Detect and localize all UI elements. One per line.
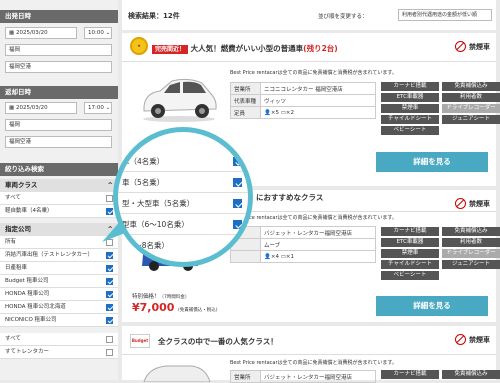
chevron-up-icon: ^	[107, 181, 113, 189]
feature-tag: チャイルドシート	[381, 260, 439, 269]
result-card-3: Budget 全クラスの中で一番の人気クラス！ 禁煙車 Best Price r…	[122, 326, 500, 383]
checkbox[interactable]	[106, 316, 113, 324]
bottom-option-all[interactable]: すべて	[0, 333, 118, 346]
checkbox[interactable]	[233, 157, 242, 166]
checkbox[interactable]	[106, 290, 113, 298]
no-smoking-label: 禁煙車	[455, 334, 490, 345]
person-icon: 👤	[264, 253, 271, 260]
feature-tag: ジュニアシート	[442, 115, 500, 124]
car-info-table: 営業所 ニコニコレンタカー 福岡空港店 代表車種 ヴィッツ 定員 👤×5 ▭×2	[230, 82, 376, 119]
checkbox[interactable]	[106, 277, 113, 285]
filter-title: 絞り込み検索	[0, 163, 118, 176]
card-description: Best Price rentacarは全ての商品に免責補償と消費税が含まれてい…	[230, 215, 397, 221]
magnified-option[interactable]: 車（5名乗）	[118, 173, 248, 193]
card-description: Best Price rentacarは全ての商品に免責補償と消費税が含まれてい…	[230, 70, 397, 76]
magnified-option[interactable]: 型車（6〜10名乗）	[118, 215, 248, 235]
result-count: 検索結果：12件	[128, 12, 180, 20]
card-title: 完売間近！ 大人気！燃費がいい小型の普通車(残り2台)	[152, 43, 338, 54]
no-smoking-icon	[455, 41, 466, 52]
magnified-option[interactable]: 型・大型車（5名乗）	[118, 194, 248, 214]
checkbox[interactable]	[106, 264, 113, 272]
departure-station-select[interactable]: 福岡空港	[5, 61, 112, 73]
card-title: におすすめなクラス	[256, 193, 324, 202]
search-sidebar: 出発日時 ▦ 2025/03/20 10:00 ⌄ 福岡 福岡空港 返却日時 ▦…	[0, 0, 118, 380]
return-station-select[interactable]: 福岡空港	[5, 136, 112, 148]
feature-tag: ETC車載器	[381, 93, 439, 102]
checkbox[interactable]	[233, 199, 242, 208]
results-topbar: 検索結果：12件 並び順を変更する： 利用者別代遇用途の金額が低い順	[122, 0, 496, 30]
calendar-icon: ▦	[9, 30, 16, 36]
class-option-all[interactable]: すべて	[0, 192, 118, 205]
feature-tag: カーナビ搭載	[381, 82, 439, 91]
magnified-option[interactable]: （5〜8名乗）	[118, 236, 248, 256]
checkbox[interactable]	[106, 251, 113, 259]
class-section-header[interactable]: 車両クラス ^	[0, 179, 118, 192]
checkbox[interactable]	[106, 303, 113, 311]
calendar-icon: ▦	[9, 105, 16, 111]
detail-button[interactable]: 詳細を見る	[376, 296, 488, 316]
no-smoking-label: 禁煙車	[455, 198, 490, 209]
departure-time-select[interactable]: 10:00 ⌄	[84, 27, 112, 39]
checkbox[interactable]	[106, 194, 113, 202]
feature-tag: ジュニアシート	[442, 260, 500, 269]
price-label: 特別価格！（7時間料金）	[132, 294, 190, 300]
feature-tag: カーナビ搭載	[381, 227, 439, 236]
card-description: Best Price rentacarは全ての商品に免責補償と消費税が含まれてい…	[230, 360, 397, 366]
detail-button[interactable]: 詳細を見る	[376, 152, 488, 172]
car-info-table: バジェット・レンタカー福岡空港店 ムーブ 👤×4 ▭×1	[230, 226, 376, 263]
company-option[interactable]: Budget 租車公司	[0, 275, 118, 288]
no-smoking-icon	[455, 198, 466, 209]
company-option[interactable]: 浜結汽車出租（テストレンタカー）	[0, 249, 118, 262]
rank-medal-icon: ★	[130, 37, 148, 55]
feature-tag: チャイルドシート	[381, 115, 439, 124]
feature-tag: ベビーシート	[381, 271, 439, 280]
feature-tag: ETC車載器	[381, 238, 439, 247]
return-title: 返却日時	[0, 86, 118, 99]
departure-place-select[interactable]: 福岡	[5, 44, 112, 56]
feature-tag: 免責補償込み	[442, 227, 500, 236]
price-tax-note: (免責補償込・税込)	[178, 308, 218, 313]
bottom-option[interactable]: すてトレンタカー	[0, 346, 118, 359]
checkbox[interactable]	[233, 220, 242, 229]
price-value: ¥7,000	[132, 301, 175, 314]
feature-tag: ベビーシート	[381, 126, 439, 135]
return-time-select[interactable]: 17:00 ⌄	[84, 102, 112, 114]
feature-tag: 免責補償込み	[442, 82, 500, 91]
departure-date-field[interactable]: ▦ 2025/03/20	[5, 27, 77, 39]
car-info-table: 営業所 バジェット・レンタカー福岡空港店	[230, 370, 376, 383]
company-option[interactable]: HONDA 租車公司	[0, 288, 118, 301]
feature-tag: ドライブレコーダー	[442, 249, 500, 258]
car-image	[143, 365, 211, 382]
sort-select[interactable]: 利用者別代遇用途の金額が低い順	[398, 9, 492, 21]
feature-tag: 利用者数	[442, 93, 500, 102]
checkbox[interactable]	[106, 348, 113, 356]
magnified-option[interactable]: 車（4名乗）	[118, 152, 248, 172]
feature-tag: ドライブレコーダー	[442, 104, 500, 113]
checkbox[interactable]	[106, 335, 113, 343]
magnifier-callout: 車（4名乗） 車（5名乗） 型・大型車（5名乗） 型車（6〜10名乗） （5〜8…	[113, 127, 253, 267]
company-option[interactable]: HONDA 租車公司北海道	[0, 301, 118, 314]
no-smoking-icon	[455, 334, 466, 345]
company-option[interactable]: 日產租車	[0, 262, 118, 275]
return-place-select[interactable]: 福岡	[5, 119, 112, 131]
no-smoking-label: 禁煙車	[455, 41, 490, 52]
budget-logo: Budget	[130, 334, 150, 348]
feature-tag: 禁煙車	[381, 104, 439, 113]
car-image	[143, 78, 217, 122]
card-title: 全クラスの中で一番の人気クラス！	[158, 337, 278, 346]
feature-tag: 禁煙車	[381, 249, 439, 258]
feature-tag: 免責補償込み	[442, 370, 500, 379]
feature-tag: 利用者数	[442, 238, 500, 247]
return-date-field[interactable]: ▦ 2025/03/20	[5, 102, 77, 114]
checkbox[interactable]	[233, 178, 242, 187]
feature-tag: カーナビ搭載	[381, 370, 439, 379]
departure-title: 出発日時	[0, 10, 118, 23]
company-option[interactable]: NICONICO 租車公司	[0, 314, 118, 327]
person-icon: 👤	[264, 109, 271, 116]
sort-label: 並び順を変更する：	[318, 14, 368, 20]
